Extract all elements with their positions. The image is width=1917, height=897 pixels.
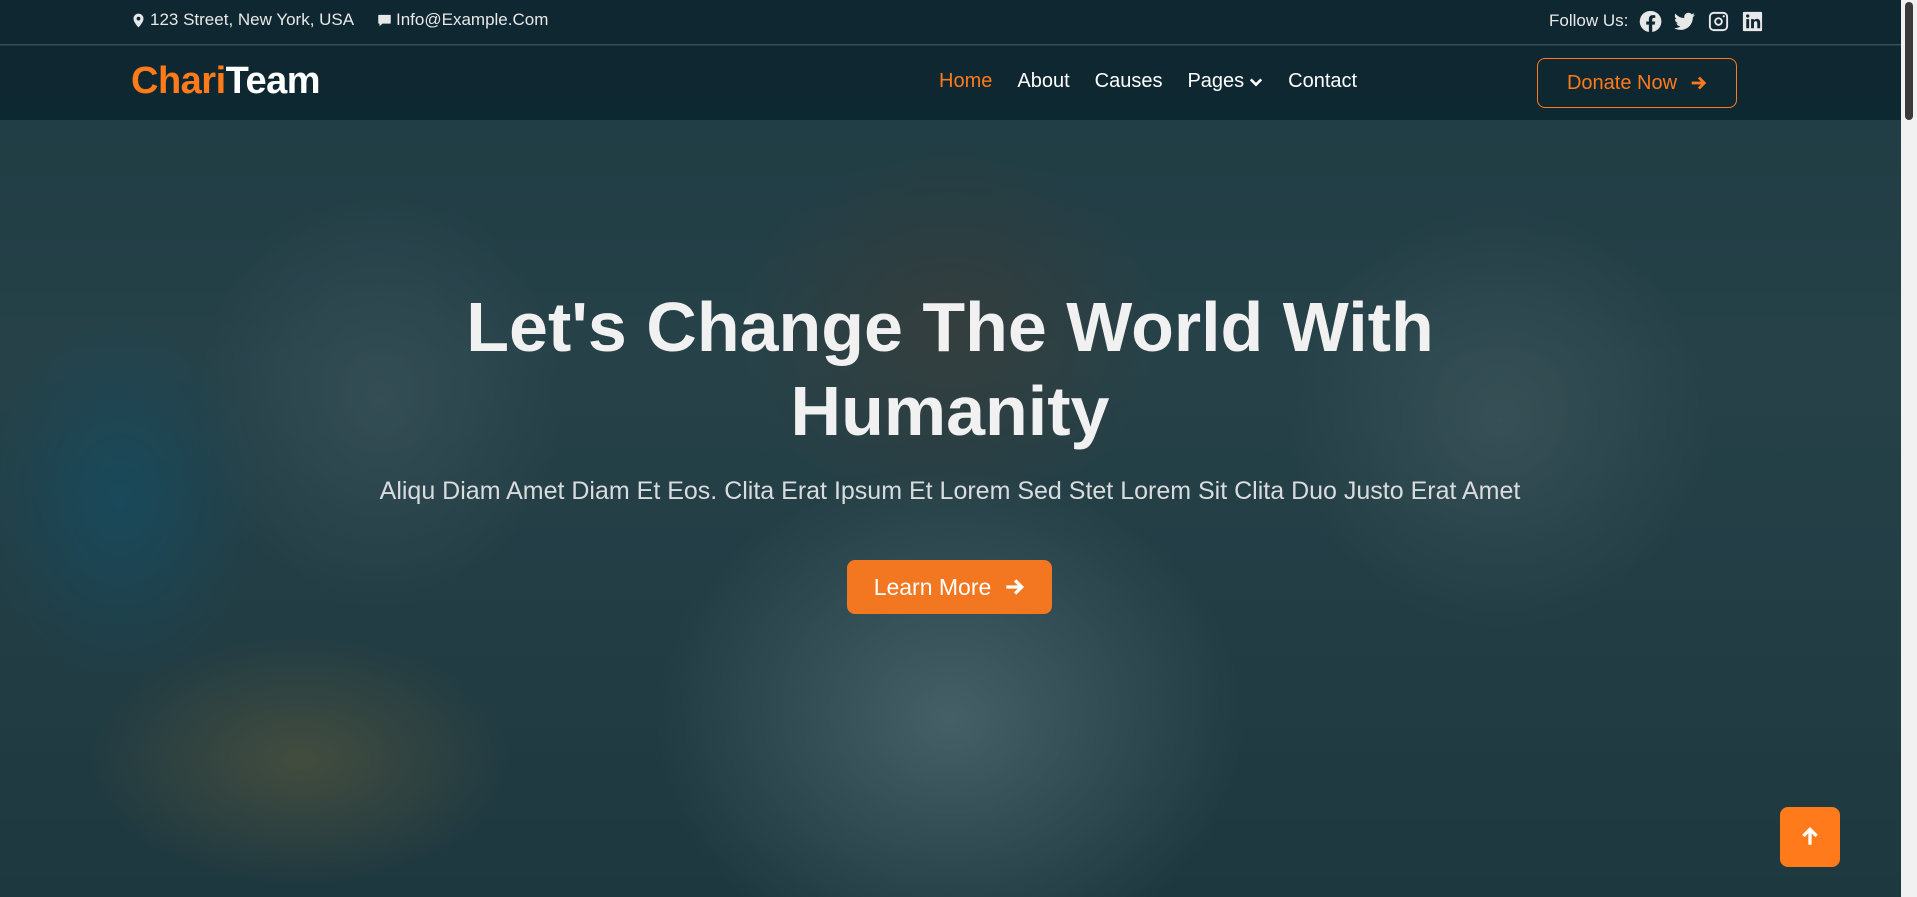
topbar: 123 Street, New York, USA Info@Example.C… (0, 0, 1901, 45)
page-scrollbar[interactable] (1901, 0, 1917, 897)
instagram-icon[interactable] (1706, 9, 1730, 33)
nav-pages-dropdown[interactable]: Pages (1187, 70, 1263, 93)
scrollbar-thumb[interactable] (1905, 2, 1913, 120)
learn-more-button[interactable]: Learn More (847, 560, 1052, 614)
follow-us: Follow Us: (1549, 9, 1764, 33)
hero-subtitle: Aliqu Diam Amet Diam Et Eos. Clita Erat … (379, 477, 1521, 505)
arrow-up-icon (1802, 826, 1818, 845)
learn-more-label[interactable]: Learn More (874, 574, 992, 601)
address-text: 123 Street, New York, USA (150, 10, 355, 29)
chevron-down-icon (1249, 77, 1263, 86)
arrow-right-icon (1006, 579, 1025, 595)
twitter-icon[interactable] (1672, 9, 1696, 33)
logo-part-team[interactable]: Team (226, 60, 321, 102)
email-item[interactable]: Info@Example.Com (377, 10, 548, 30)
arrow-right-icon (1691, 76, 1707, 90)
hero-title: Let's Change The World With Humanity (466, 288, 1434, 450)
nav-home[interactable]: Home (939, 70, 992, 93)
message-icon (378, 14, 391, 26)
follow-label: Follow Us: (1549, 11, 1629, 30)
email-text[interactable]: Info@Example.Com (396, 10, 548, 30)
back-to-top-button[interactable] (1780, 807, 1840, 867)
map-marker-icon (133, 13, 144, 27)
nav-causes[interactable]: Causes (1095, 70, 1163, 93)
donate-label[interactable]: Donate Now (1567, 72, 1677, 95)
nav-menu: Home About Causes Pages Contact (939, 70, 1357, 93)
nav-about[interactable]: About (1017, 70, 1069, 93)
linkedin-icon[interactable] (1740, 9, 1764, 33)
donate-now-button[interactable]: Donate Now (1537, 58, 1737, 108)
facebook-icon[interactable] (1638, 9, 1662, 33)
logo-part-chari[interactable]: Chari (131, 60, 226, 102)
nav-contact[interactable]: Contact (1288, 70, 1357, 93)
nav-pages-label[interactable]: Pages (1187, 70, 1244, 93)
address-item: 123 Street, New York, USA (131, 10, 354, 30)
main-navbar: ChariTeam Home About Causes Pages Contac… (0, 46, 1901, 120)
site-logo[interactable]: ChariTeam (131, 60, 321, 103)
